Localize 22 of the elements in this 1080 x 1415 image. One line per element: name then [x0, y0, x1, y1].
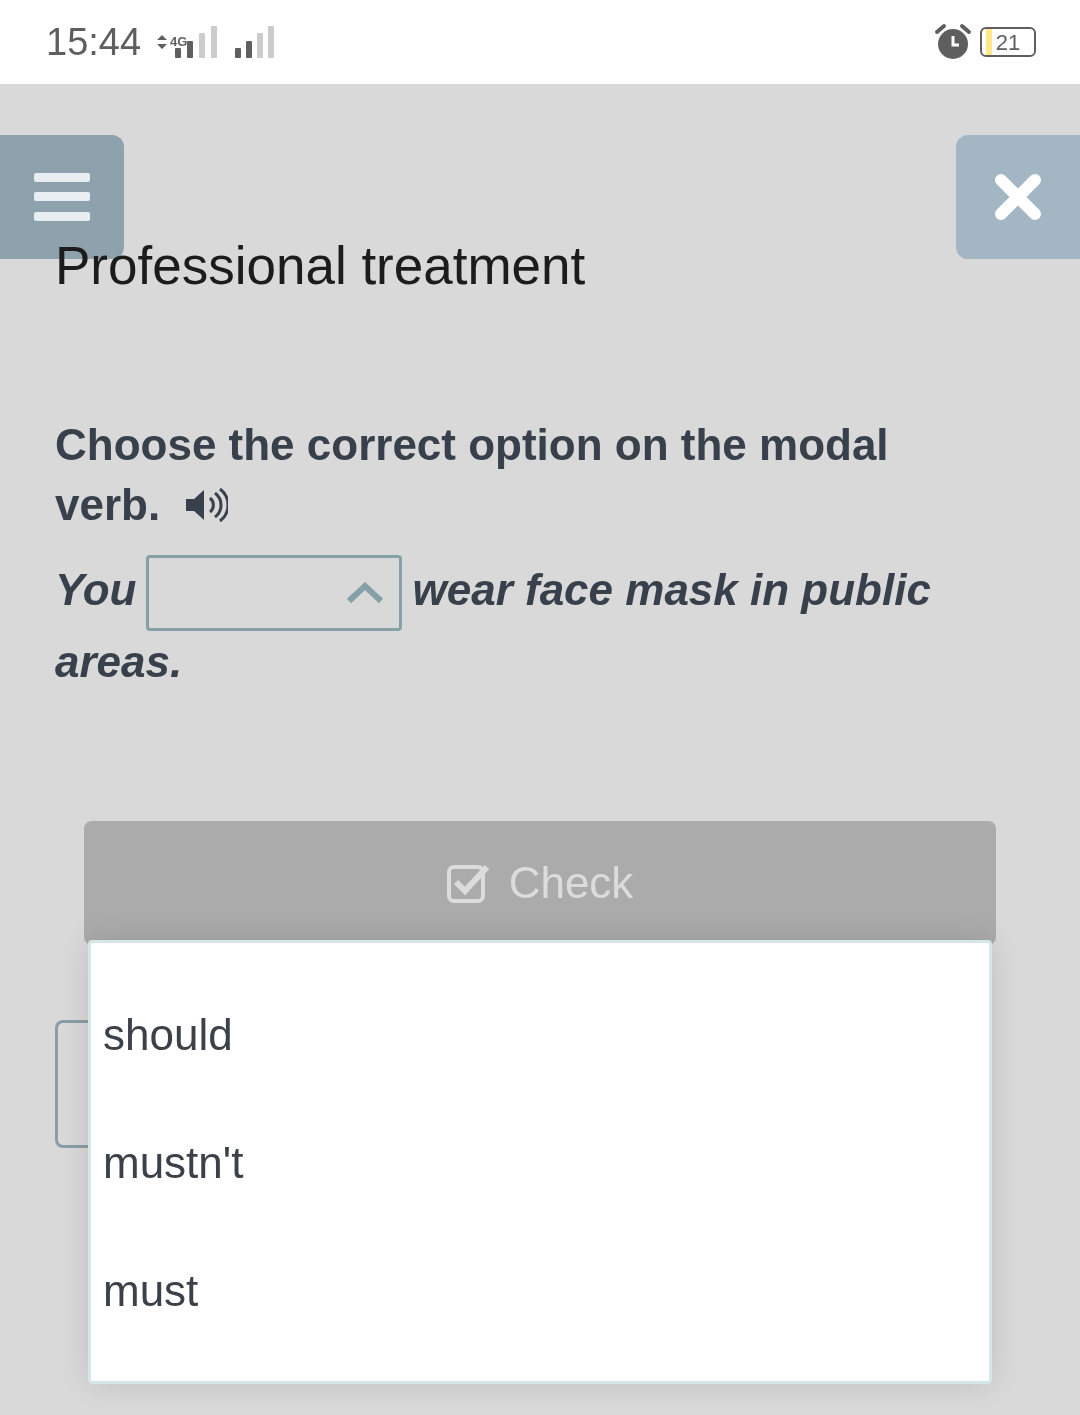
- close-icon: [995, 174, 1041, 220]
- sentence-text: You: [55, 564, 137, 614]
- instruction-text: Choose the correct option on the modal: [55, 419, 889, 471]
- audio-button[interactable]: [184, 487, 229, 523]
- dropdown-option[interactable]: should: [91, 971, 989, 1099]
- data-arrows-icon: [157, 35, 168, 49]
- instruction-text: verb.: [55, 479, 161, 531]
- chevron-up-icon: [345, 581, 386, 605]
- sentence-text: areas.: [55, 636, 183, 688]
- dropdown-option[interactable]: mustn't: [91, 1099, 989, 1227]
- menu-icon: [34, 173, 90, 221]
- sentence-text: wear face mask in public: [412, 564, 931, 614]
- dropdown-option[interactable]: must: [91, 1227, 989, 1355]
- checkbox-icon: [446, 863, 491, 903]
- network-type: 4G: [170, 35, 188, 48]
- answer-dropdown[interactable]: [146, 555, 403, 631]
- speaker-icon: [184, 487, 229, 523]
- page-title: Professional treatment: [55, 239, 587, 292]
- clock-time: 15:44: [46, 19, 142, 65]
- battery-indicator: 21: [980, 27, 1036, 57]
- alarm-clock-icon: [934, 23, 972, 61]
- close-button[interactable]: [956, 135, 1080, 259]
